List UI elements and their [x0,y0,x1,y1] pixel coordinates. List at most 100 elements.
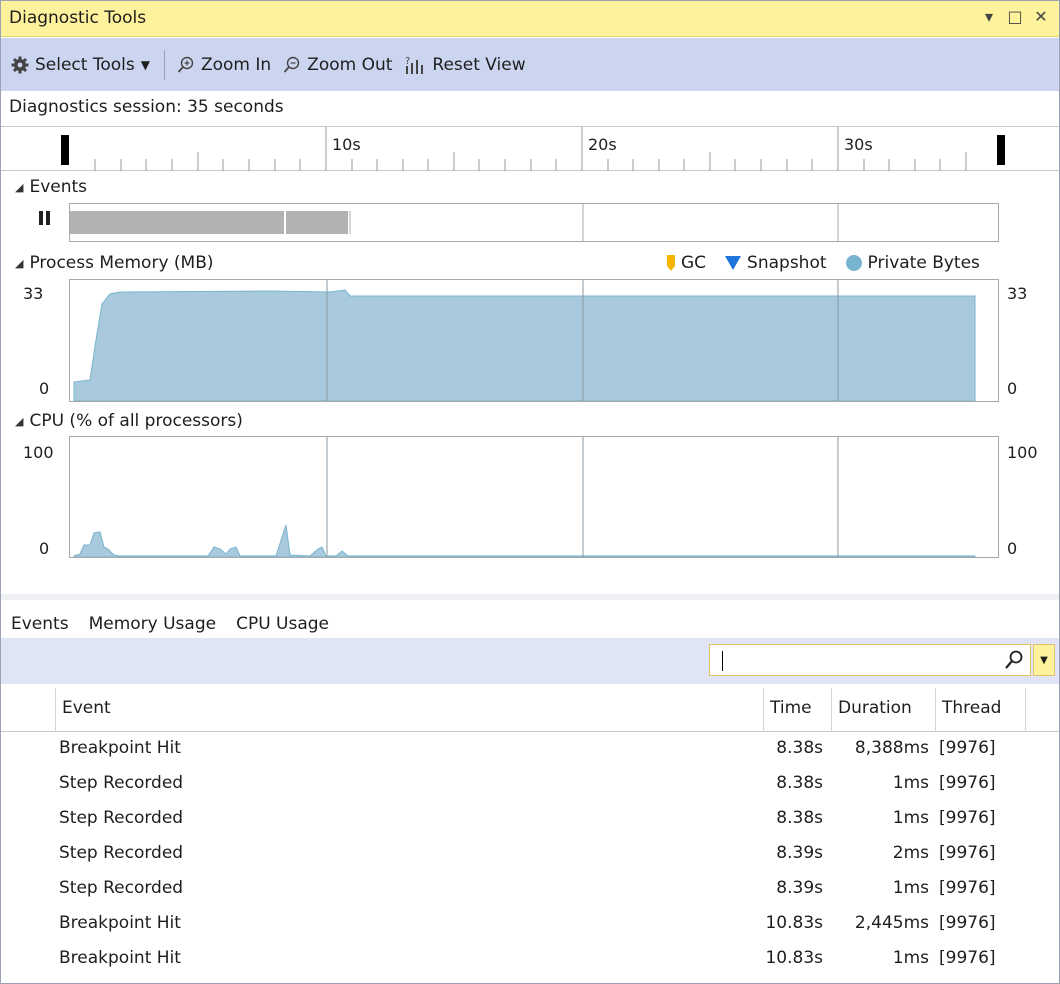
cell-time: 10.83s [765,913,823,933]
search-icon[interactable] [1004,649,1024,671]
zoom-in-label: Zoom In [200,54,272,75]
cell-duration: 1ms [892,773,929,793]
search-input[interactable] [709,644,1031,676]
legend-snapshot-label: Snapshot [747,253,827,273]
events-section-label: Events [29,177,88,197]
memory-section-toggle[interactable]: ◢ Process Memory (MB) [15,253,214,273]
cpu-section-toggle[interactable]: ◢ CPU (% of all processors) [15,411,243,431]
legend-gc-label: GC [681,253,707,273]
tab-events[interactable]: Events [1,608,79,640]
cell-time: 8.39s [776,843,823,863]
session-duration: Diagnostics session: 35 seconds [9,97,284,117]
cell-thread: [9976] [939,738,996,758]
memory-y-min-left: 0 [39,379,50,398]
select-tools-button[interactable]: Select Tools ▼ [11,55,150,75]
table-row[interactable]: Breakpoint Hit 10.83s 2,445ms [9976] [1,907,1059,942]
details-tabs: Events Memory Usage CPU Usage [1,608,339,640]
cell-time: 8.38s [776,738,823,758]
details-panel: Events Memory Usage CPU Usage ▼ Event Ti… [1,594,1059,984]
svg-text:?: ? [405,56,410,67]
cell-duration: 2,445ms [854,913,929,933]
maximize-icon[interactable]: □ [1007,7,1023,26]
column-header-time[interactable]: Time [763,688,831,732]
table-row[interactable]: Step Recorded 8.39s 1ms [9976] [1,872,1059,907]
cell-thread: [9976] [939,913,996,933]
window-menu-icon[interactable]: ▾ [981,7,997,26]
snapshot-marker-icon [725,256,742,270]
cell-duration: 1ms [892,808,929,828]
cell-event: Step Recorded [59,808,184,828]
cell-event: Step Recorded [59,843,184,863]
tab-memory-usage[interactable]: Memory Usage [79,608,227,640]
memory-chart[interactable] [69,279,999,402]
cell-duration: 1ms [892,948,929,968]
cell-duration: 2ms [892,843,929,863]
table-row[interactable]: Breakpoint Hit 8.38s 8,388ms [9976] [1,732,1059,767]
table-header: Event Time Duration Thread [1,688,1059,732]
timeline-ruler[interactable]: 10s 20s 30s [1,126,1059,171]
cell-duration: 8,388ms [854,738,929,758]
column-header-duration[interactable]: Duration [831,688,935,732]
cell-time: 8.39s [776,878,823,898]
memory-y-max-left: 33 [23,284,44,303]
cell-thread: [9976] [939,808,996,828]
cell-event: Breakpoint Hit [59,948,181,968]
close-icon[interactable]: ✕ [1033,7,1049,26]
window-title: Diagnostic Tools [9,8,147,28]
memory-y-min-right: 0 [1007,379,1018,398]
chevron-down-icon: ▼ [140,57,150,72]
column-header-event[interactable]: Event [55,688,763,732]
reset-view-label: Reset View [432,54,526,75]
legend-gc: GC [666,253,706,273]
ruler-ticks [61,127,1005,171]
toolbar: Select Tools ▼ Zoom In Zoom Out ? Reset … [1,38,1059,91]
table-body: Breakpoint Hit 8.38s 8,388ms [9976] Step Rec… [1,732,1059,977]
toolbar-separator [163,49,165,80]
gc-marker-icon [667,255,675,271]
ruler-label-20s: 20s [588,135,617,154]
cpu-section-label: CPU (% of all processors) [29,411,243,431]
memory-chart-area [73,280,976,402]
events-section-toggle[interactable]: ◢ Events [15,177,87,197]
cpu-chart[interactable] [69,436,999,558]
cpu-y-max-left: 100 [23,443,54,462]
cell-event: Step Recorded [59,878,184,898]
column-header-thread[interactable]: Thread [935,688,1025,732]
events-table: Event Time Duration Thread Breakpoint Hi… [1,688,1059,977]
table-row[interactable]: Step Recorded 8.38s 1ms [9976] [1,767,1059,802]
search-dropdown-button[interactable]: ▼ [1033,644,1055,676]
title-bar: Diagnostic Tools ▾ □ ✕ [1,1,1059,37]
ruler-label-10s: 10s [332,135,361,154]
tab-cpu-usage[interactable]: CPU Usage [226,608,339,640]
memory-legend: GC Snapshot Private Bytes [666,253,992,273]
cell-time: 8.38s [776,773,823,793]
cpu-chart-area [73,437,976,558]
cell-event: Breakpoint Hit [59,738,181,758]
cell-thread: [9976] [939,878,996,898]
cell-thread: [9976] [939,948,996,968]
filter-bar: ▼ [1,638,1059,684]
select-tools-label: Select Tools [35,54,135,75]
cpu-y-max-right: 100 [1007,443,1038,462]
collapse-triangle-icon: ◢ [15,414,24,428]
reset-view-icon: ? [405,56,424,74]
zoom-in-button[interactable]: Zoom In [177,55,271,75]
cpu-y-min-right: 0 [1007,539,1018,558]
zoom-out-label: Zoom Out [307,54,393,75]
legend-private-bytes: Private Bytes [845,253,980,273]
table-row[interactable]: Breakpoint Hit 10.83s 1ms [9976] [1,942,1059,977]
pause-icon[interactable] [39,211,51,225]
events-track[interactable] [69,203,999,242]
gear-icon [11,56,29,73]
memory-y-max-right: 33 [1007,284,1028,303]
cell-event: Breakpoint Hit [59,913,181,933]
events-track-graphic [70,204,839,241]
collapse-triangle-icon: ◢ [15,180,24,194]
zoom-out-button[interactable]: Zoom Out [283,55,392,75]
chevron-down-icon: ▼ [1040,654,1048,666]
table-row[interactable]: Step Recorded 8.38s 1ms [9976] [1,802,1059,837]
reset-view-button[interactable]: ? Reset View [404,55,525,75]
memory-section-label: Process Memory (MB) [29,253,214,273]
cell-duration: 1ms [892,878,929,898]
table-row[interactable]: Step Recorded 8.39s 2ms [9976] [1,837,1059,872]
